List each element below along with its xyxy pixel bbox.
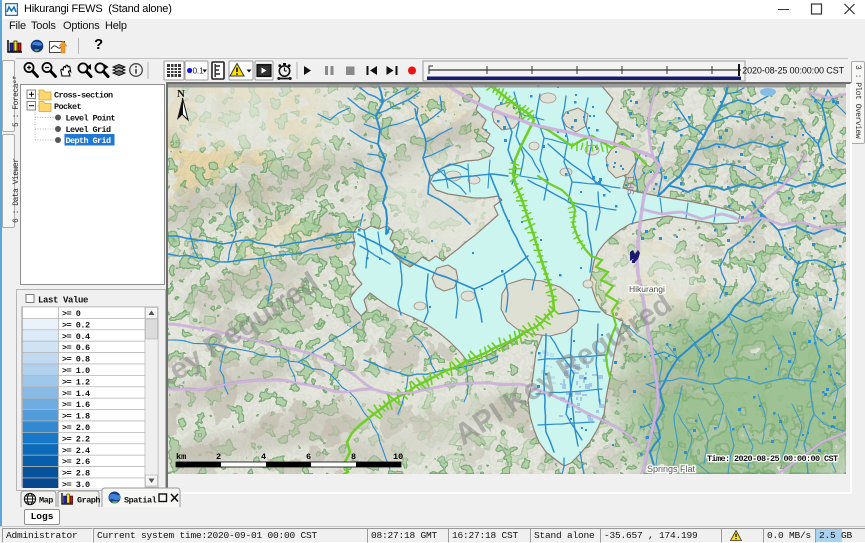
svg-text:Graph: Graph [77,496,100,506]
svg-text:Time: 2020-08-25 00:00:00 CST: Time: 2020-08-25 00:00:00 CST [707,454,838,464]
svg-text:2020-08-25 00:00:00 CST: 2020-08-25 00:00:00 CST [742,66,844,76]
svg-text:Level Point: Level Point [66,114,116,124]
svg-text:>= 1.8: >= 1.8 [62,412,90,422]
svg-text:>= 1.4: >= 1.4 [62,389,90,399]
svg-text:>= 0.4: >= 0.4 [62,332,90,342]
svg-text:Springs Flat: Springs Flat [647,464,696,474]
svg-text:10: 10 [393,452,403,462]
svg-text:>= 1.0: >= 1.0 [62,366,90,376]
svg-text:km: km [176,452,186,462]
svg-text:Hikurangi: Hikurangi [629,284,665,294]
svg-text:N: N [177,88,185,100]
svg-text:8: 8 [351,452,356,462]
svg-text:>= 2.8: >= 2.8 [62,469,90,479]
svg-text:6: 6 [306,452,311,462]
svg-text:>= 1.2: >= 1.2 [62,377,90,387]
svg-text:>= 0: >= 0 [62,309,81,319]
svg-text:2: 2 [216,452,221,462]
svg-text:>= 2.4: >= 2.4 [62,446,90,456]
svg-text:0.1: 0.1 [193,67,205,76]
svg-text:Spatial: Spatial [124,496,157,506]
svg-text:4: 4 [261,452,266,462]
svg-text:>= 1.6: >= 1.6 [62,400,90,410]
svg-text:>= 0.6: >= 0.6 [62,343,90,353]
svg-text:>= 2.2: >= 2.2 [62,434,90,444]
svg-text:Last Value: Last Value [38,296,88,306]
svg-text:>= 0.8: >= 0.8 [62,355,90,365]
svg-text:Cross-section: Cross-section [54,91,113,101]
svg-text:>= 0.2: >= 0.2 [62,320,90,330]
svg-text:>= 2.6: >= 2.6 [62,457,90,467]
svg-text:Level Grid: Level Grid [66,125,112,135]
svg-text:>= 2.0: >= 2.0 [62,423,90,433]
svg-text:SH 1: SH 1 [626,175,636,195]
svg-text:Pocket: Pocket [54,102,82,112]
svg-text:Depth Grid: Depth Grid [66,136,112,146]
svg-text:Map: Map [39,496,53,506]
